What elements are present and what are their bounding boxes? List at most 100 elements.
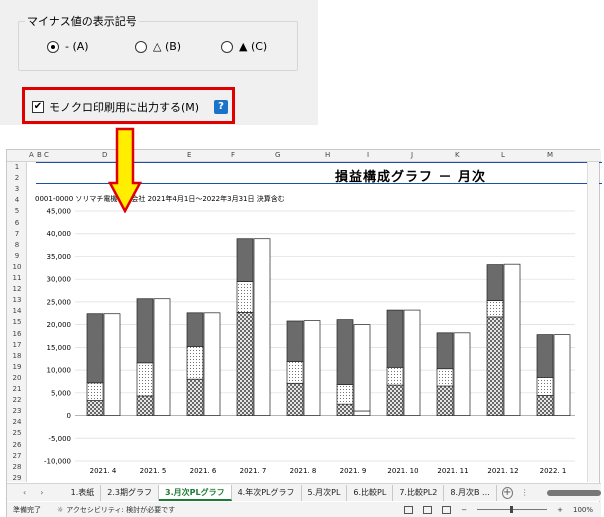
- sheet-tab[interactable]: 4.年次PLグラフ: [232, 484, 302, 501]
- stacked-bar-segment[interactable]: [486, 316, 504, 416]
- sheet-tab[interactable]: 1.表紙: [65, 484, 102, 501]
- stacked-bar-segment[interactable]: [236, 238, 254, 282]
- column-header[interactable]: C: [44, 151, 49, 159]
- row-header[interactable]: 19: [7, 363, 27, 371]
- stacked-bar-segment[interactable]: [186, 378, 204, 416]
- column-header[interactable]: I: [367, 151, 369, 159]
- stacked-bar-segment[interactable]: [436, 385, 454, 416]
- profit-composition-chart[interactable]: 45,000 40,000 35,000 30,000 25,000 20,000 15,0…: [27, 205, 587, 483]
- row-header[interactable]: 24: [7, 418, 27, 426]
- total-bar[interactable]: [353, 410, 371, 416]
- row-header[interactable]: 16: [7, 330, 27, 338]
- sheet-tab[interactable]: 8.月次B ...: [444, 484, 497, 501]
- stacked-bar-segment[interactable]: [386, 384, 404, 416]
- column-header[interactable]: H: [325, 151, 330, 159]
- zoom-slider[interactable]: [477, 506, 548, 513]
- radio-dot-icon[interactable]: [47, 40, 59, 53]
- total-bar[interactable]: [103, 313, 121, 416]
- row-header[interactable]: 25: [7, 429, 27, 437]
- row-header[interactable]: 20: [7, 374, 27, 382]
- column-header[interactable]: F: [231, 151, 235, 159]
- radio-option-a[interactable]: - (A): [47, 40, 89, 53]
- stacked-bar-segment[interactable]: [536, 377, 554, 396]
- row-header[interactable]: 3: [7, 185, 27, 193]
- stacked-bar-segment[interactable]: [86, 313, 104, 384]
- stacked-bar-segment[interactable]: [86, 382, 104, 401]
- stacked-bar-segment[interactable]: [186, 346, 204, 380]
- stacked-bar-segment[interactable]: [86, 400, 104, 416]
- stacked-bar-segment[interactable]: [286, 320, 304, 362]
- stacked-bar-segment[interactable]: [436, 368, 454, 387]
- row-header[interactable]: 28: [7, 463, 27, 471]
- row-header[interactable]: 23: [7, 407, 27, 415]
- sheet-tab[interactable]: 3.月次PLグラフ: [159, 484, 232, 501]
- horizontal-scrollbar[interactable]: [546, 489, 601, 496]
- stacked-bar-segment[interactable]: [286, 382, 304, 416]
- stacked-bar-segment[interactable]: [236, 281, 254, 313]
- stacked-bar-segment[interactable]: [236, 312, 254, 416]
- scroll-left-icon[interactable]: ‹: [23, 488, 26, 497]
- stacked-bar-segment[interactable]: [386, 309, 404, 368]
- column-header[interactable]: E: [187, 151, 191, 159]
- page-layout-icon[interactable]: [423, 505, 433, 514]
- stacked-bar-segment[interactable]: [186, 312, 204, 347]
- zoom-in-icon[interactable]: +: [557, 506, 563, 514]
- row-header[interactable]: 12: [7, 285, 27, 293]
- row-header[interactable]: 7: [7, 230, 27, 238]
- row-header[interactable]: 17: [7, 341, 27, 349]
- sheet-tab[interactable]: 5.月次PL: [302, 484, 348, 501]
- more-options-icon[interactable]: ⋮: [521, 488, 529, 497]
- total-bar[interactable]: [353, 324, 371, 412]
- stacked-bar-segment[interactable]: [336, 403, 354, 416]
- row-header[interactable]: 9: [7, 252, 27, 260]
- total-bar[interactable]: [203, 312, 221, 416]
- column-header[interactable]: G: [275, 151, 280, 159]
- column-header[interactable]: K: [455, 151, 460, 159]
- row-header[interactable]: 11: [7, 274, 27, 282]
- stacked-bar-segment[interactable]: [136, 362, 154, 397]
- stacked-bar-segment[interactable]: [436, 332, 454, 370]
- total-bar[interactable]: [503, 263, 521, 416]
- row-header[interactable]: 14: [7, 307, 27, 315]
- row-header[interactable]: 29: [7, 474, 27, 482]
- stacked-bar-segment[interactable]: [386, 367, 404, 386]
- vertical-scrollbar[interactable]: [587, 162, 599, 482]
- column-header[interactable]: M: [547, 151, 553, 159]
- row-header[interactable]: 18: [7, 352, 27, 360]
- stacked-bar-segment[interactable]: [136, 298, 154, 364]
- column-header[interactable]: D: [102, 151, 107, 159]
- stacked-bar-segment[interactable]: [486, 300, 504, 318]
- stacked-bar-segment[interactable]: [136, 395, 154, 416]
- stacked-bar-segment[interactable]: [536, 395, 554, 416]
- zoom-out-icon[interactable]: −: [461, 506, 467, 514]
- row-header[interactable]: 26: [7, 441, 27, 449]
- stacked-bar-segment[interactable]: [286, 361, 304, 384]
- mono-print-checkbox[interactable]: ✔ モノクロ印刷用に出力する(M) ?: [32, 99, 229, 115]
- checkmark-icon[interactable]: ✔: [32, 101, 44, 113]
- row-header[interactable]: 6: [7, 219, 27, 227]
- total-bar[interactable]: [253, 238, 271, 416]
- stacked-bar-segment[interactable]: [336, 319, 354, 385]
- radio-option-b[interactable]: △ (B): [135, 40, 181, 53]
- accessibility-status[interactable]: ☼ アクセシビリティ: 検討が必要です: [57, 505, 175, 515]
- row-header[interactable]: 22: [7, 396, 27, 404]
- column-header[interactable]: A: [29, 151, 34, 159]
- total-bar[interactable]: [553, 334, 571, 416]
- total-bar[interactable]: [453, 332, 471, 416]
- radio-dot-icon[interactable]: [135, 40, 147, 53]
- row-header[interactable]: 13: [7, 296, 27, 304]
- row-header[interactable]: 2: [7, 174, 27, 182]
- add-sheet-icon[interactable]: +: [501, 486, 513, 499]
- row-header[interactable]: 5: [7, 207, 27, 215]
- stacked-bar-segment[interactable]: [536, 334, 554, 378]
- row-header[interactable]: 15: [7, 318, 27, 326]
- scroll-right-icon[interactable]: ›: [40, 488, 43, 497]
- total-bar[interactable]: [403, 309, 421, 416]
- total-bar[interactable]: [153, 298, 171, 416]
- column-header[interactable]: L: [501, 151, 505, 159]
- normal-view-icon[interactable]: [404, 505, 414, 514]
- sheet-tab[interactable]: 6.比較PL: [347, 484, 394, 501]
- radio-option-c[interactable]: ▲ (C): [221, 40, 267, 53]
- page-break-icon[interactable]: [442, 505, 452, 514]
- sheet-tab[interactable]: 7.比較PL2: [393, 484, 445, 501]
